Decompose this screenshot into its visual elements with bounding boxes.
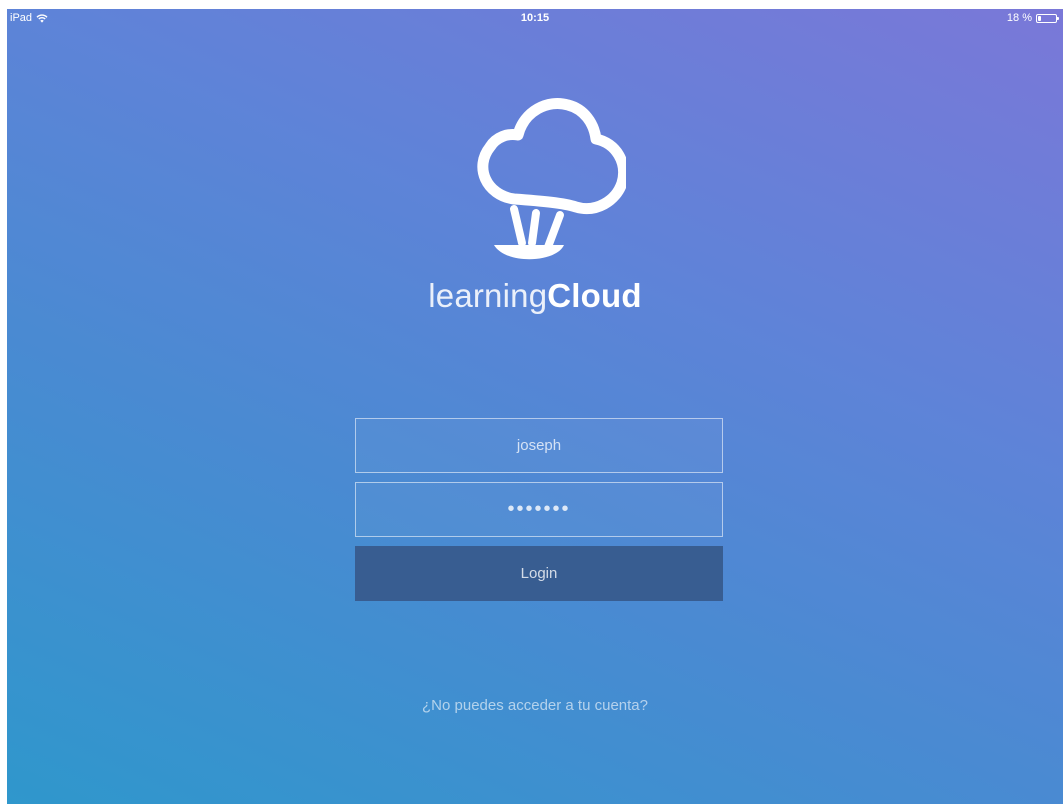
- battery-icon: [1036, 13, 1059, 23]
- password-input[interactable]: [356, 483, 722, 536]
- login-button[interactable]: Login: [355, 546, 723, 601]
- status-time: 10:15: [520, 12, 550, 24]
- brand-name-bold: Cloud: [547, 277, 642, 314]
- brand-name-light: learning: [428, 277, 548, 314]
- brand-wordmark: learningCloud: [7, 277, 1063, 315]
- forgot-account-link[interactable]: ¿No puedes acceder a tu cuenta?: [7, 697, 1063, 714]
- battery-percentage: 18 %: [1006, 12, 1032, 24]
- cloud-balloon-icon: [477, 98, 626, 260]
- username-input[interactable]: [356, 419, 722, 472]
- password-field[interactable]: [355, 482, 723, 537]
- username-field[interactable]: [355, 418, 723, 473]
- status-bar: iPad 10:15 18 %: [7, 9, 1063, 29]
- battery-fill: [1038, 15, 1042, 21]
- status-right: 18 %: [1006, 12, 1059, 24]
- login-screen: iPad 10:15 18 % learningCloud joseph •••…: [7, 9, 1063, 804]
